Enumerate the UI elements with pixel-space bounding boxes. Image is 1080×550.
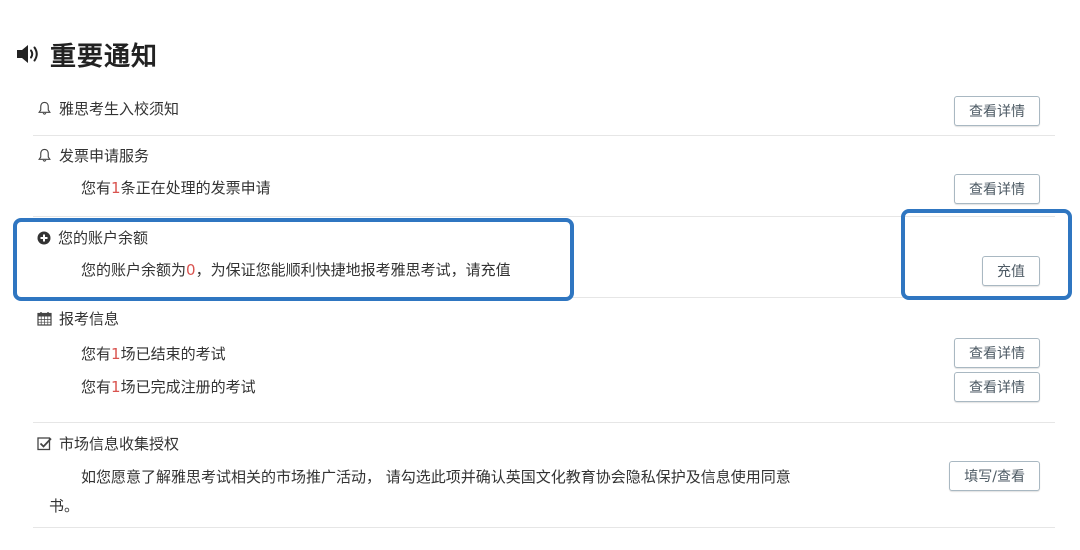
notice-school-entry: 雅思考生入校须知 查看详情 — [33, 88, 1055, 136]
notice-heading: 您的账户余额 — [58, 229, 149, 247]
page-title: 重要通知 — [16, 36, 158, 72]
finished-exams-text: 您有1场已结束的考试 — [81, 345, 226, 363]
registered-exams-text: 您有1场已完成注册的考试 — [81, 378, 256, 396]
finished-exam-count: 1 — [111, 345, 121, 363]
invoice-count: 1 — [111, 179, 121, 197]
notice-heading: 报考信息 — [59, 310, 120, 328]
balance-amount: 0 — [186, 261, 196, 279]
speaker-icon — [16, 43, 42, 65]
view-registered-exams-button[interactable]: 查看详情 — [954, 372, 1040, 402]
notice-marketing-consent: 市场信息收集授权 如您愿意了解雅思考试相关的市场推广活动， 请勾选此项并确认英国… — [33, 423, 1055, 528]
view-details-button[interactable]: 查看详情 — [954, 96, 1040, 126]
notice-registration-info: 报考信息 您有1场已结束的考试 查看详情 您有1场已完成注册的考试 查看详情 — [33, 298, 1055, 423]
marketing-consent-text-line1: 如您愿意了解雅思考试相关的市场推广活动， 请勾选此项并确认英国文化教育协会隐私保… — [81, 468, 791, 486]
calendar-icon — [37, 311, 52, 326]
notice-invoice: 发票申请服务 您有1条正在处理的发票申请 查看详情 — [33, 136, 1055, 217]
view-finished-exams-button[interactable]: 查看详情 — [954, 338, 1040, 368]
balance-status-text: 您的账户余额为0，为保证您能顺利快捷地报考雅思考试，请充值 — [81, 261, 511, 279]
view-details-button[interactable]: 查看详情 — [954, 174, 1040, 204]
bell-icon — [37, 101, 52, 116]
notice-heading: 市场信息收集授权 — [59, 435, 180, 453]
registered-exam-count: 1 — [111, 378, 121, 396]
notice-heading: 发票申请服务 — [59, 147, 150, 165]
marketing-consent-text-line2: 书。 — [49, 497, 80, 515]
bell-icon — [37, 148, 52, 163]
page-title-text: 重要通知 — [50, 41, 159, 72]
invoice-status-text: 您有1条正在处理的发票申请 — [81, 179, 271, 197]
plus-circle-icon — [37, 231, 51, 245]
notice-heading: 雅思考生入校须知 — [59, 100, 180, 118]
recharge-button[interactable]: 充值 — [982, 256, 1040, 286]
checkbox-icon — [37, 436, 52, 451]
notice-account-balance: 您的账户余额 您的账户余额为0，为保证您能顺利快捷地报考雅思考试，请充值 充值 — [33, 217, 1055, 298]
fill-view-button[interactable]: 填写/查看 — [949, 461, 1040, 491]
